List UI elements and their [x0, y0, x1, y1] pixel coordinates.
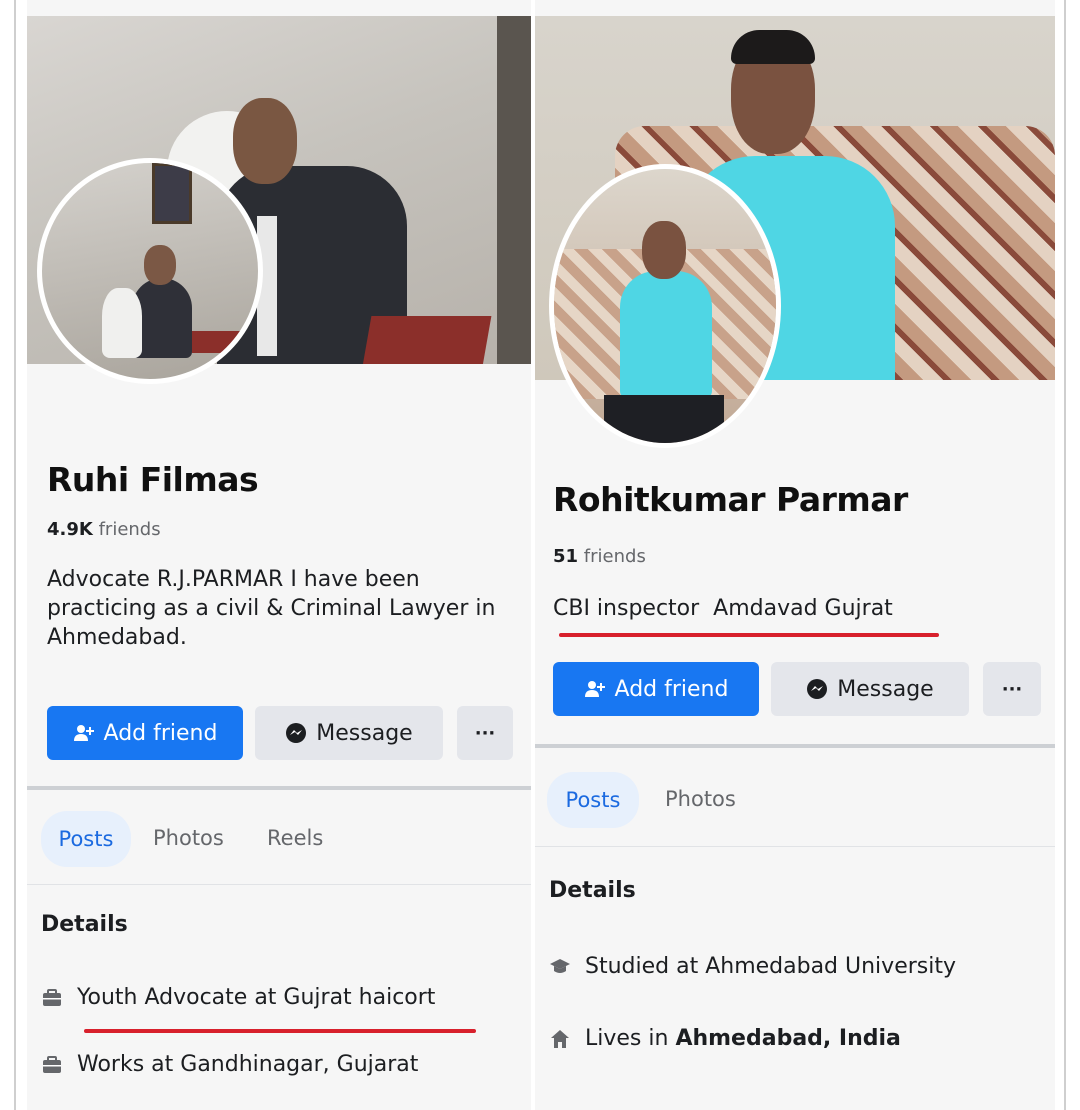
add-person-icon	[73, 725, 94, 741]
detail-item-education: Studied at Ahmedabad University	[549, 954, 956, 979]
briefcase-icon	[41, 987, 63, 1009]
avatar-person-shirt	[620, 271, 712, 399]
left-profile-panel: Ruhi Filmas 4.9K friends Advocate R.J.PA…	[27, 0, 531, 1110]
law-books	[362, 316, 492, 364]
section-divider	[27, 786, 531, 790]
detail-text: Works at Gandhinagar, Gujarat	[77, 1052, 419, 1077]
highlight-underline	[84, 1029, 476, 1033]
add-friend-button[interactable]: Add friend	[47, 706, 243, 760]
add-friend-label: Add friend	[103, 720, 218, 746]
friends-number: 4.9K	[47, 519, 93, 540]
tabs-divider	[27, 884, 531, 885]
avatar-person-head	[642, 221, 686, 279]
add-friend-button[interactable]: Add friend	[553, 662, 759, 716]
detail-text: Lives in Ahmedabad, India	[585, 1026, 901, 1051]
profile-avatar[interactable]	[549, 164, 781, 448]
more-options-button[interactable]: ···	[983, 662, 1041, 716]
friends-count[interactable]: 51 friends	[553, 546, 646, 567]
profile-name: Rohitkumar Parmar	[553, 480, 908, 519]
avatar-wall-portrait	[152, 163, 192, 224]
more-options-icon: ···	[474, 722, 496, 744]
door-frame	[497, 16, 531, 364]
friends-label: friends	[98, 519, 161, 540]
tabs-divider	[535, 846, 1055, 847]
briefcase-icon	[41, 1054, 63, 1076]
left-frame-border	[14, 0, 16, 1110]
friends-count[interactable]: 4.9K friends	[47, 519, 161, 540]
person-head	[233, 98, 297, 184]
detail-item-work: Youth Advocate at Gujrat haicort	[41, 985, 435, 1010]
right-frame-border	[1064, 0, 1066, 1110]
person-hair	[731, 30, 815, 64]
add-friend-label: Add friend	[614, 676, 729, 702]
details-heading: Details	[41, 912, 128, 937]
highlight-underline	[559, 633, 939, 637]
tab-posts[interactable]: Posts	[41, 811, 131, 867]
detail-text: Studied at Ahmedabad University	[585, 954, 956, 979]
profile-bio: Advocate R.J.PARMAR I have been practici…	[47, 567, 496, 650]
more-options-button[interactable]: ···	[457, 706, 513, 760]
messenger-icon	[807, 679, 828, 699]
right-profile-panel: Rohitkumar Parmar 51 friends CBI inspect…	[535, 0, 1055, 1110]
friends-label: friends	[583, 546, 646, 567]
more-options-icon: ···	[1001, 678, 1023, 700]
detail-item-workplace: Works at Gandhinagar, Gujarat	[41, 1052, 418, 1077]
message-label: Message	[316, 720, 413, 746]
profile-name: Ruhi Filmas	[47, 460, 259, 499]
avatar-chair	[102, 288, 142, 358]
message-button[interactable]: Message	[771, 662, 969, 716]
details-heading: Details	[549, 878, 636, 903]
detail-item-residence: Lives in Ahmedabad, India	[549, 1026, 901, 1051]
avatar-person-head	[144, 245, 176, 285]
message-label: Message	[837, 676, 934, 702]
add-person-icon	[584, 681, 605, 697]
message-button[interactable]: Message	[255, 706, 443, 760]
messenger-icon	[286, 723, 307, 743]
profile-bio: CBI inspector Amdavad Gujrat	[553, 596, 893, 621]
friends-number: 51	[553, 546, 579, 567]
profile-avatar[interactable]	[37, 158, 263, 384]
graduation-cap-icon	[549, 956, 571, 978]
detail-text-location[interactable]: Ahmedabad, India	[675, 1026, 900, 1051]
avatar-person-pants	[604, 395, 724, 443]
tab-posts[interactable]: Posts	[547, 772, 639, 828]
home-icon	[549, 1028, 571, 1050]
detail-text: Youth Advocate at Gujrat haicort	[77, 985, 436, 1010]
section-divider	[535, 744, 1055, 748]
avatar-books	[192, 331, 252, 353]
tab-photos[interactable]: Photos	[665, 787, 736, 811]
tab-reels[interactable]: Reels	[267, 826, 323, 850]
tab-photos[interactable]: Photos	[153, 826, 224, 850]
detail-text-prefix: Lives in	[585, 1026, 676, 1051]
